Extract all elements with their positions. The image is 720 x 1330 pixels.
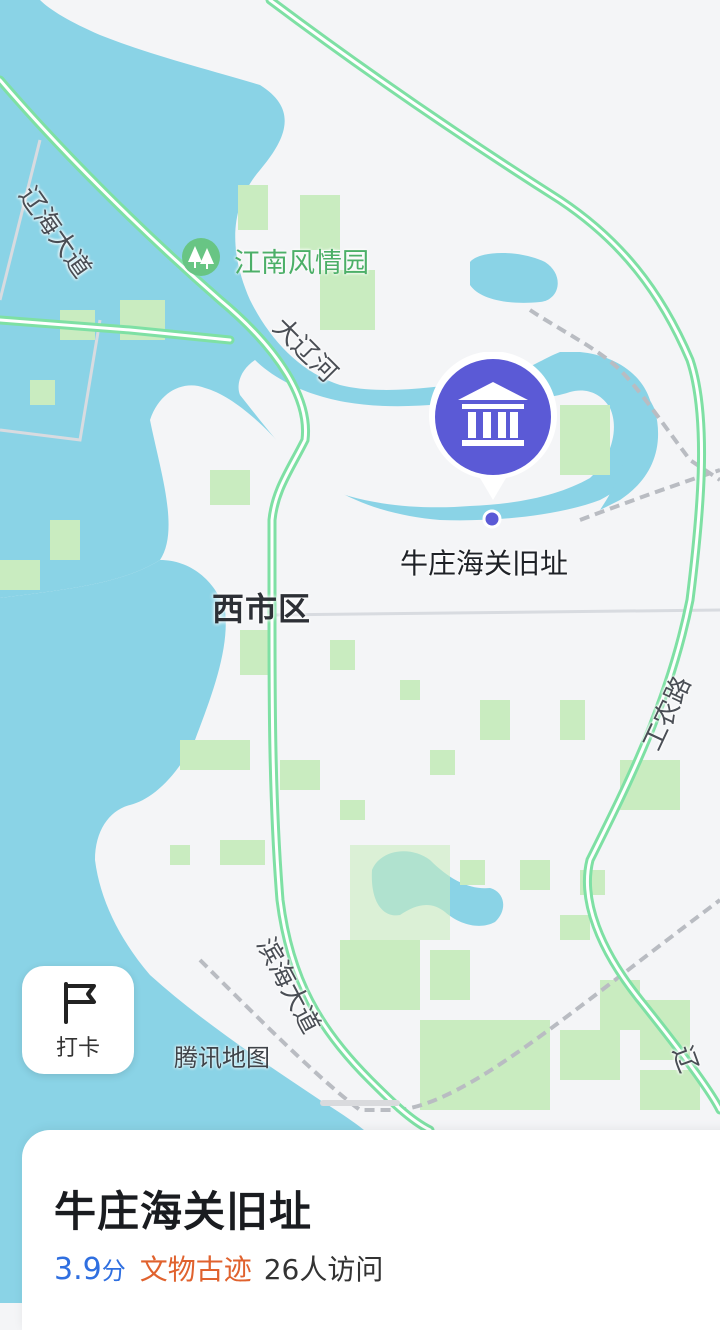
map-watermark: 腾讯地图 [174, 1044, 270, 1072]
rating-unit: 分 [101, 1257, 126, 1285]
checkin-label: 打卡 [55, 1036, 100, 1061]
district-label: 西市区 [212, 590, 312, 628]
place-visits: 26人访问 [263, 1253, 384, 1286]
place-meta: 3.9分 文物古迹 26人访问 [54, 1248, 383, 1288]
park-icon [182, 238, 220, 276]
map-canvas[interactable] [0, 0, 720, 1303]
checkin-button[interactable]: 打卡 [22, 966, 134, 1074]
place-sheet[interactable]: 牛庄海关旧址 3.9分 文物古迹 26人访问 [22, 1130, 720, 1330]
park-label[interactable]: 江南风情园 [234, 241, 369, 280]
poi-location-dot[interactable] [482, 509, 502, 529]
poi-label[interactable]: 牛庄海关旧址 [400, 542, 568, 582]
place-category: 文物古迹 [139, 1253, 252, 1286]
place-rating: 3.9 [54, 1252, 102, 1287]
poi-marker[interactable] [428, 351, 558, 502]
place-name: 牛庄海关旧址 [54, 1187, 313, 1236]
sheet-drag-handle[interactable] [320, 1100, 400, 1106]
flag-icon [64, 982, 96, 1024]
